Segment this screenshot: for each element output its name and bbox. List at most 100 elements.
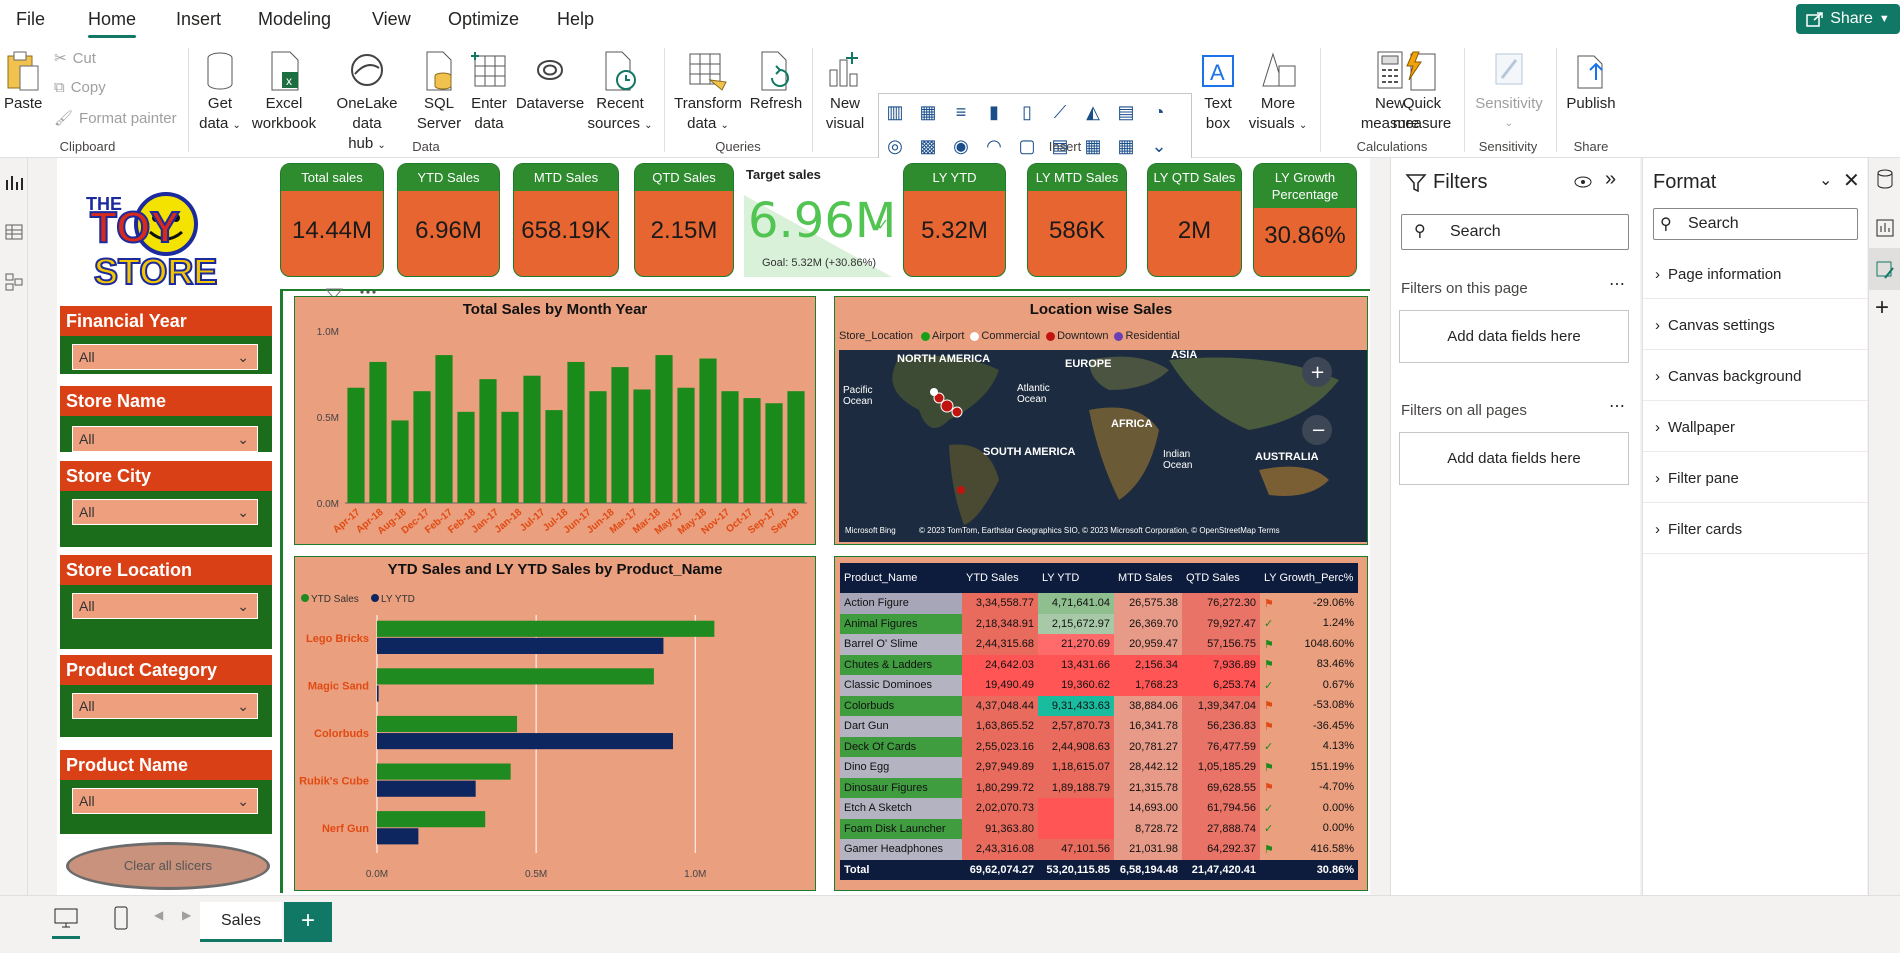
bar[interactable] (677, 387, 695, 503)
menu-home[interactable]: Home (88, 9, 136, 30)
excel-workbook-button[interactable]: x Excel workbook (250, 50, 318, 134)
clear-all-slicers-button[interactable]: Clear all slicers (66, 842, 270, 890)
bar[interactable] (699, 358, 717, 503)
add-all-pages-filter-well[interactable]: Add data fields here (1399, 432, 1629, 485)
menu-view[interactable]: View (372, 9, 411, 30)
text-box-button[interactable]: A Text box (1196, 50, 1240, 134)
column-header[interactable]: LY YTD (1038, 563, 1114, 593)
table-view-icon[interactable] (4, 222, 24, 242)
bar[interactable] (377, 828, 419, 845)
bar[interactable] (633, 389, 651, 503)
table-row[interactable]: Dart Gun 1,63,865.52 2,57,870.73 16,341.78 5… (840, 716, 1358, 737)
column-header[interactable]: LY Growth_Perc% (1260, 563, 1358, 593)
build-visual-icon[interactable] (1875, 216, 1895, 238)
visual-type-icon[interactable]: ▥ (883, 100, 907, 124)
table-row[interactable]: Barrel O' Slime 2,44,315.68 21,270.69 20,95… (840, 634, 1358, 655)
bar[interactable] (721, 391, 739, 503)
slicer-dropdown[interactable]: All ⌄ (72, 593, 258, 619)
bar[interactable] (655, 355, 673, 503)
collapse-pane-icon[interactable]: » (1605, 168, 1616, 191)
bar[interactable] (377, 811, 486, 828)
menu-insert[interactable]: Insert (176, 9, 221, 30)
format-section[interactable]: › Canvas background (1655, 368, 1801, 385)
column-header[interactable]: Product_Name (840, 563, 962, 593)
table-row[interactable]: Deck Of Cards 2,55,023.16 2,44,908.63 20,78… (840, 736, 1358, 757)
bar[interactable] (765, 403, 783, 503)
bar[interactable] (377, 685, 379, 702)
mobile-layout-icon[interactable] (114, 906, 128, 930)
bar[interactable] (435, 355, 453, 503)
visual-type-icon[interactable]: ◭ (1081, 100, 1105, 124)
copy-button[interactable]: ⧉ Copy (54, 79, 106, 96)
table-row[interactable]: Gamer Headphones 2,43,316.08 47,101.56 21,0… (840, 839, 1358, 860)
add-pane-icon[interactable]: + (1875, 294, 1889, 322)
more-options-icon[interactable]: ⋯ (1609, 396, 1625, 416)
refresh-button[interactable]: Refresh (748, 50, 804, 114)
table-row[interactable]: Classic Dominoes 19,490.49 19,360.62 1,768.… (840, 675, 1358, 696)
get-data-button[interactable]: Get data ⌄ (196, 50, 244, 136)
slicer-dropdown[interactable]: All ⌄ (72, 499, 258, 525)
publish-button[interactable]: Publish (1564, 50, 1618, 114)
column-header[interactable]: QTD Sales (1182, 563, 1260, 593)
dataverse-button[interactable]: Dataverse (514, 50, 586, 114)
model-view-icon[interactable] (4, 272, 24, 292)
table-row[interactable]: Action Figure 3,34,558.77 4,71,641.04 26,57… (840, 593, 1358, 614)
table-row[interactable]: Animal Figures 2,18,348.91 2,15,672.97 26,3… (840, 613, 1358, 634)
table-row[interactable]: Dinosaur Figures 1,80,299.72 1,89,188.79 21… (840, 777, 1358, 798)
bar[interactable] (787, 391, 805, 503)
share-button[interactable]: Share ▼ (1796, 4, 1900, 34)
filters-search-input[interactable]: ⚲ Search (1401, 214, 1629, 250)
more-options-icon[interactable]: ⋯ (1609, 274, 1625, 294)
data-pane-icon[interactable] (1875, 168, 1895, 190)
bar[interactable] (743, 398, 761, 503)
bar[interactable] (347, 387, 365, 503)
add-page-filter-well[interactable]: Add data fields here (1399, 310, 1629, 363)
column-header[interactable]: MTD Sales (1114, 563, 1182, 593)
bar[interactable] (567, 361, 585, 503)
visual-gallery[interactable]: ▥ ▦ ≡ ▮ ▯ ⟋ ◭ ▤ ◔ ◎ ▩ ◉ ◠ ▢ ▤ ▦ ▦ ⌄ (878, 93, 1192, 167)
slicer-dropdown[interactable]: All ⌄ (72, 426, 258, 452)
slicer-dropdown[interactable]: All ⌄ (72, 788, 258, 814)
visual-type-icon[interactable]: ⟋ (1048, 100, 1072, 124)
next-page-icon[interactable]: ▶ (182, 908, 191, 922)
bar[interactable] (611, 367, 629, 503)
kpi-card[interactable]: YTD Sales 6.96M (397, 163, 500, 277)
bar[interactable] (377, 715, 518, 733)
bar[interactable] (369, 361, 387, 503)
table-row[interactable]: Dino Egg 2,97,949.89 1,18,615.07 28,442.12 1… (840, 757, 1358, 778)
bar[interactable] (377, 620, 715, 637)
add-page-button[interactable]: + (284, 902, 332, 942)
quick-measure-button-2[interactable]: Quick measure (1392, 50, 1452, 134)
product-sales-table[interactable]: Product_Name YTD Sales LY YTD MTD Sales QTD … (840, 563, 1358, 880)
location-wise-sales-map[interactable]: Location wise Sales Store_Location Airpo… (834, 296, 1368, 545)
kpi-card[interactable]: LY YTD 5.32M (903, 163, 1006, 277)
kpi-card[interactable]: QTD Sales 2.15M (634, 163, 734, 277)
table-row[interactable]: Colorbuds 4,37,048.44 9,31,433.63 38,884.06… (840, 695, 1358, 716)
menu-modeling[interactable]: Modeling (258, 9, 331, 30)
new-visual-button[interactable]: New visual (818, 50, 872, 134)
kpi-card[interactable]: Total sales 14.44M (280, 163, 384, 277)
column-header[interactable]: YTD Sales (962, 563, 1038, 593)
eye-icon[interactable] (1573, 174, 1593, 190)
bar[interactable] (377, 637, 664, 654)
more-visuals-button[interactable]: More visuals ⌄ (1246, 50, 1310, 136)
table-row[interactable]: Chutes & Ladders 24,642.03 13,431.66 2,156.… (840, 654, 1358, 675)
bar[interactable] (545, 410, 563, 503)
visual-type-icon[interactable]: ≡ (949, 100, 973, 124)
visual-type-icon[interactable]: ▯ (1015, 100, 1039, 124)
bar[interactable] (377, 733, 673, 750)
format-painter-button[interactable]: 🖌 Format painter (54, 109, 177, 128)
desktop-layout-icon[interactable] (54, 908, 78, 928)
bar[interactable] (523, 375, 541, 503)
bar[interactable] (479, 379, 497, 503)
slicer-dropdown[interactable]: All ⌄ (72, 693, 258, 719)
bar[interactable] (377, 668, 654, 685)
kpi-card[interactable]: LY Growth Percentage 30.86% (1253, 163, 1357, 277)
bar[interactable] (501, 411, 519, 503)
bar[interactable] (413, 391, 431, 503)
format-section[interactable]: › Filter pane (1655, 470, 1739, 487)
table-row[interactable]: Etch A Sketch 2,02,070.73 14,693.00 61,794.… (840, 798, 1358, 819)
page-tab-sales[interactable]: Sales (200, 902, 282, 942)
bar[interactable] (377, 780, 476, 797)
recent-sources-button[interactable]: Recent sources ⌄ (586, 50, 654, 136)
